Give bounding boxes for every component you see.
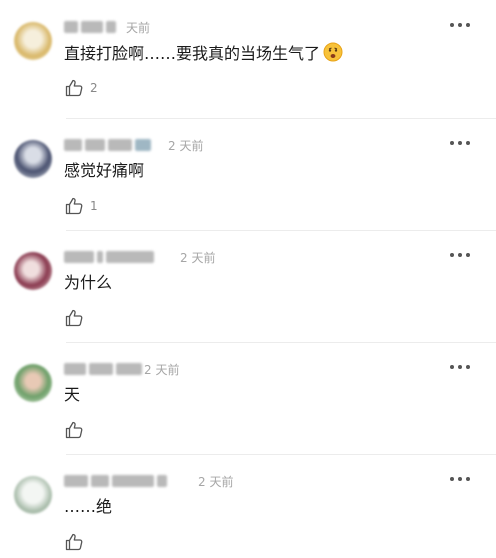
divider: [66, 230, 496, 231]
comment-list: 天前 直接打脸啊……要我真的当场生气了 2 2 天前 感觉好痛啊 1 2 天前 …: [0, 0, 496, 558]
username-blurred[interactable]: [64, 137, 151, 153]
comment-text: ……绝: [64, 497, 113, 516]
comment-item: 2 天前 天: [0, 342, 496, 454]
comment-item: 2 天前 ……绝: [0, 454, 496, 558]
username-blurred[interactable]: [64, 19, 116, 35]
comment-item: 2 天前 为什么: [0, 230, 496, 342]
avatar[interactable]: [14, 252, 52, 290]
comment-item: 天前 直接打脸啊……要我真的当场生气了 2: [0, 0, 496, 112]
comment-time: 2 天前: [144, 363, 180, 377]
comment-text: 感觉好痛啊: [64, 161, 145, 180]
comment-text: 直接打脸啊……要我真的当场生气了: [64, 42, 343, 68]
username-blurred[interactable]: [64, 249, 154, 265]
comment-time: 2 天前: [180, 251, 216, 265]
username-blurred[interactable]: [64, 473, 167, 489]
thumbs-up-icon: [65, 421, 83, 439]
divider: [66, 342, 496, 343]
like-button[interactable]: [64, 308, 90, 328]
avatar[interactable]: [14, 140, 52, 178]
like-button[interactable]: 2: [64, 78, 98, 98]
thumbs-up-icon: [65, 309, 83, 327]
avatar[interactable]: [14, 364, 52, 402]
like-count: 2: [90, 81, 98, 95]
avatar[interactable]: [14, 22, 52, 60]
comment-item: 2 天前 感觉好痛啊 1: [0, 118, 496, 230]
more-options-icon[interactable]: [450, 253, 470, 257]
comment-time: 2 天前: [168, 139, 204, 153]
thumbs-up-icon: [65, 197, 83, 215]
divider: [66, 454, 496, 455]
like-button[interactable]: [64, 532, 90, 552]
like-button[interactable]: [64, 420, 90, 440]
comment-time: 天前: [126, 21, 151, 35]
divider: [66, 118, 496, 119]
more-options-icon[interactable]: [450, 365, 470, 369]
comment-text: 天: [64, 385, 81, 404]
thumbs-up-icon: [65, 79, 83, 97]
comment-text: 为什么: [64, 273, 113, 292]
comment-time: 2 天前: [198, 475, 234, 489]
more-options-icon[interactable]: [450, 477, 470, 481]
more-options-icon[interactable]: [450, 141, 470, 145]
like-count: 1: [90, 199, 98, 213]
worried-face-emoji: [323, 42, 343, 68]
more-options-icon[interactable]: [450, 23, 470, 27]
like-button[interactable]: 1: [64, 196, 98, 216]
username-blurred[interactable]: [64, 361, 142, 377]
thumbs-up-icon: [65, 533, 83, 551]
avatar[interactable]: [14, 476, 52, 514]
